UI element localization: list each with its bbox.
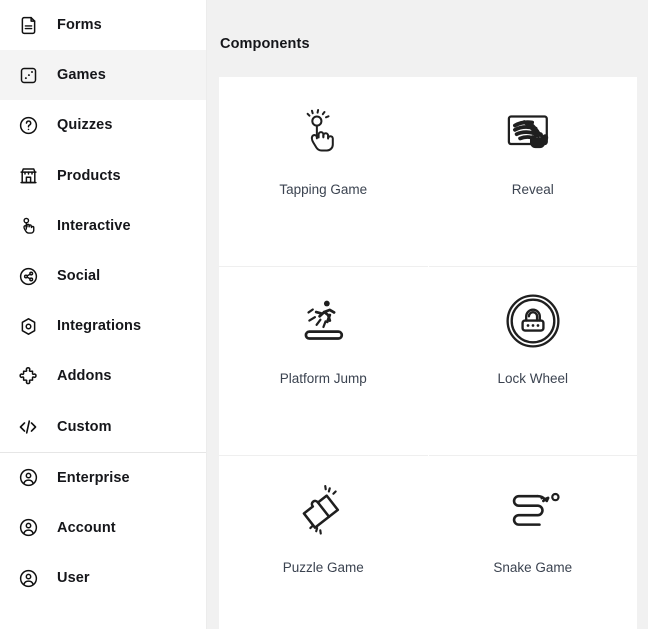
component-card-lock-wheel[interactable]: Lock Wheel	[428, 267, 637, 457]
sidebar-item-interactive[interactable]: Interactive	[0, 201, 206, 251]
component-label: Lock Wheel	[497, 371, 569, 387]
sidebar-item-social[interactable]: Social	[0, 251, 206, 301]
sidebar-item-label: Enterprise	[57, 469, 130, 486]
sidebar-item-label: User	[57, 570, 90, 587]
storefront-icon	[14, 162, 42, 190]
sidebar-item-account[interactable]: Account	[0, 503, 206, 553]
component-card-reveal[interactable]: Reveal	[428, 78, 637, 268]
tap-hand-icon	[295, 82, 351, 182]
sidebar-item-label: Custom	[57, 418, 112, 435]
sidebar-item-forms[interactable]: Forms	[0, 0, 206, 50]
sidebar-item-label: Quizzes	[57, 117, 113, 134]
scratch-card-icon	[502, 82, 564, 182]
component-card-platform-jump[interactable]: Platform Jump	[219, 267, 428, 457]
sidebar-primary-group: Forms Games Quizzes Products Interactive…	[0, 0, 206, 452]
padlock-circle-icon	[504, 271, 562, 371]
component-label: Puzzle Game	[282, 560, 364, 576]
sidebar-item-label: Forms	[57, 17, 102, 34]
code-icon	[14, 413, 42, 441]
component-label: Reveal	[511, 182, 554, 198]
component-card-tapping-game[interactable]: Tapping Game	[219, 78, 428, 268]
sidebar-item-label: Addons	[57, 368, 112, 385]
component-label: Snake Game	[493, 560, 573, 576]
sidebar-item-label: Integrations	[57, 318, 142, 335]
share-icon	[14, 262, 42, 290]
jumping-figure-icon	[294, 271, 352, 371]
sidebar-item-user[interactable]: User	[0, 553, 206, 603]
question-icon	[14, 111, 42, 139]
sidebar-item-label: Interactive	[57, 217, 131, 234]
sidebar-item-games[interactable]: Games	[0, 50, 206, 101]
snake-icon	[502, 460, 564, 560]
sidebar-item-quizzes[interactable]: Quizzes	[0, 100, 206, 150]
main-content: Components Tapping Game Reveal Platform …	[207, 0, 648, 629]
sidebar-secondary-group: Enterprise Account User	[0, 453, 206, 604]
component-label: Platform Jump	[279, 371, 367, 387]
sidebar-item-enterprise[interactable]: Enterprise	[0, 453, 206, 503]
components-grid: Tapping Game Reveal Platform Jump Lock W…	[219, 77, 637, 629]
document-icon	[14, 11, 42, 39]
sidebar-item-label: Social	[57, 268, 101, 285]
dice-icon	[14, 61, 42, 89]
sidebar-item-label: Products	[57, 167, 121, 184]
sidebar-item-addons[interactable]: Addons	[0, 351, 206, 401]
app-root: Forms Games Quizzes Products Interactive…	[0, 0, 648, 629]
component-card-snake-game[interactable]: Snake Game	[428, 456, 637, 629]
user-circle-icon	[14, 464, 42, 492]
sidebar-item-products[interactable]: Products	[0, 151, 206, 201]
puzzle-piece-icon	[14, 362, 42, 390]
user-circle-icon	[14, 514, 42, 542]
hexagon-icon	[14, 312, 42, 340]
sidebar-item-integrations[interactable]: Integrations	[0, 301, 206, 351]
component-card-puzzle-game[interactable]: Puzzle Game	[219, 456, 428, 629]
page-title: Components	[220, 35, 310, 52]
sidebar-item-custom[interactable]: Custom	[0, 402, 206, 452]
sidebar-item-label: Account	[57, 519, 116, 536]
sidebar: Forms Games Quizzes Products Interactive…	[0, 0, 207, 629]
tap-hand-icon	[14, 212, 42, 240]
user-circle-icon	[14, 564, 42, 592]
sidebar-item-label: Games	[57, 67, 106, 84]
puzzle-tiles-icon	[294, 460, 352, 560]
component-label: Tapping Game	[279, 182, 368, 198]
